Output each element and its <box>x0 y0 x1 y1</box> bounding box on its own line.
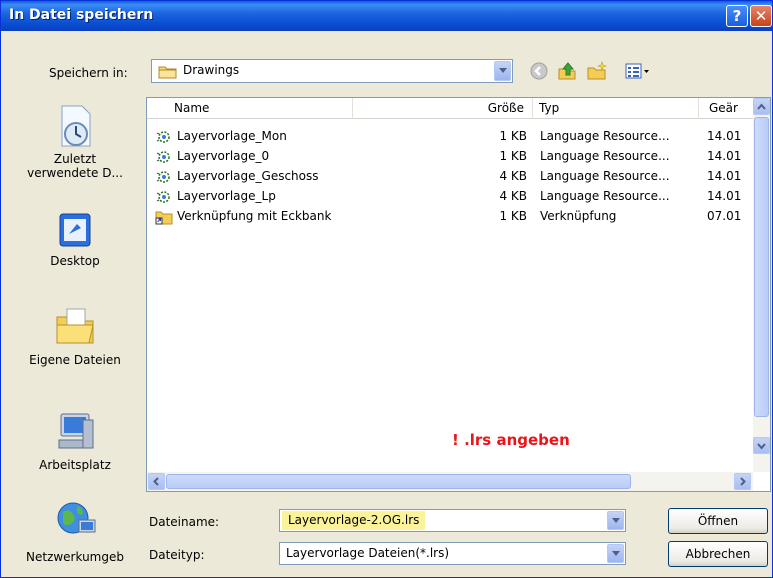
my-documents-icon <box>56 308 94 344</box>
my-computer-icon <box>58 413 94 449</box>
network-icon <box>57 502 96 534</box>
file-type: Language Resource... <box>540 189 670 203</box>
dialog-title: In Datei speichern <box>9 7 154 23</box>
filename-input[interactable]: Layervorlage-2.OG.lrs <box>279 509 626 532</box>
column-changed[interactable]: Geär <box>699 98 754 119</box>
horizontal-scrollbar[interactable] <box>147 472 753 491</box>
place-recent-label: Zuletzt verwendete D... <box>27 152 123 180</box>
save-dialog: In Datei speichern ? ✕ Speichern in: Dra… <box>0 0 773 578</box>
open-button[interactable]: Öffnen <box>668 508 768 534</box>
file-date: 14.01 <box>707 169 742 183</box>
place-desktop-label: Desktop <box>50 254 100 268</box>
file-name: Layervorlage_0 <box>177 149 270 163</box>
lrs-file-icon <box>156 191 170 203</box>
vertical-scrollbar[interactable] <box>753 98 770 472</box>
lrs-file-icon <box>156 151 170 163</box>
back-icon[interactable] <box>529 61 549 81</box>
shortcut-folder-icon <box>155 211 173 225</box>
chevron-down-icon[interactable] <box>494 61 511 81</box>
close-button[interactable]: ✕ <box>750 5 772 27</box>
column-name[interactable]: Name <box>147 98 353 119</box>
file-name: Layervorlage_Lp <box>177 189 276 203</box>
place-my-computer-label: Arbeitsplatz <box>39 458 111 472</box>
file-date: 14.01 <box>707 149 742 163</box>
filetype-label: Dateityp: <box>149 548 205 562</box>
filetype-dropdown[interactable]: Layervorlage Dateien(*.lrs) <box>279 542 626 565</box>
place-desktop[interactable]: Desktop <box>15 210 135 268</box>
chevron-left-icon <box>153 477 159 486</box>
scroll-up-button[interactable] <box>753 98 770 115</box>
file-name: Verknüpfung mit Eckbank <box>177 209 332 223</box>
chevron-up-icon <box>757 103 766 110</box>
file-date: 07.01 <box>707 209 742 223</box>
place-my-documents-label: Eigene Dateien <box>29 353 121 367</box>
file-size: 1 KB <box>499 149 527 163</box>
save-in-label: Speichern in: <box>49 66 128 80</box>
file-row[interactable]: Layervorlage_Mon 1 KB Language Resource...… <box>147 127 754 147</box>
file-size: 1 KB <box>499 129 527 143</box>
title-bar[interactable]: In Datei speichern ? ✕ <box>1 1 772 31</box>
file-name: Layervorlage_Geschoss <box>177 169 319 183</box>
lrs-file-icon <box>156 171 170 183</box>
file-type: Verknüpfung <box>540 209 617 223</box>
places-bar: Zuletzt verwendete D... Desktop Eigene D… <box>15 90 135 574</box>
save-in-dropdown[interactable]: Drawings <box>151 59 513 83</box>
file-row[interactable]: Layervorlage_Geschoss 4 KB Language Resour… <box>147 167 754 187</box>
file-size: 1 KB <box>499 209 527 223</box>
recent-documents-icon <box>61 105 91 147</box>
file-row[interactable]: Layervorlage_0 1 KB Language Resource... 14… <box>147 147 754 167</box>
place-my-documents[interactable]: Eigene Dateien <box>15 305 135 367</box>
save-in-value: Drawings <box>183 63 240 77</box>
file-row[interactable]: Verknüpfung mit Eckbank 1 KB Verknüpfung 07… <box>147 207 754 227</box>
file-name: Layervorlage_Mon <box>177 129 287 143</box>
filetype-value: Layervorlage Dateien(*.lrs) <box>286 546 450 560</box>
filename-value[interactable]: Layervorlage-2.OG.lrs <box>282 511 426 530</box>
file-size: 4 KB <box>499 169 527 183</box>
file-size: 4 KB <box>499 189 527 203</box>
column-type[interactable]: Typ <box>533 98 699 119</box>
chevron-right-icon <box>740 477 746 486</box>
view-menu-icon[interactable] <box>625 61 651 81</box>
scroll-left-button[interactable] <box>148 473 165 490</box>
scroll-right-button[interactable] <box>734 473 751 490</box>
desktop-icon <box>59 213 91 247</box>
scroll-down-button[interactable] <box>753 437 770 454</box>
file-date: 14.01 <box>707 129 742 143</box>
scroll-thumb-horizontal[interactable] <box>166 474 631 489</box>
new-folder-icon[interactable] <box>587 61 607 81</box>
place-recent[interactable]: Zuletzt verwendete D... <box>15 104 135 180</box>
column-headers: Name Größe Typ Geär <box>147 98 754 119</box>
file-type: Language Resource... <box>540 169 670 183</box>
place-network-label: Netzwerkumgeb <box>26 550 124 564</box>
file-date: 14.01 <box>707 189 742 203</box>
chevron-down-icon[interactable] <box>607 544 624 563</box>
red-annotation: ! .lrs angeben <box>452 431 570 449</box>
place-my-computer[interactable]: Arbeitsplatz <box>15 410 135 472</box>
help-button[interactable]: ? <box>726 5 748 27</box>
scroll-thumb-vertical[interactable] <box>754 117 769 417</box>
folder-icon <box>158 66 177 79</box>
cancel-button[interactable]: Abbrechen <box>668 541 768 567</box>
folder-up-icon[interactable] <box>557 61 577 81</box>
place-network[interactable]: Netzwerkumgeb <box>15 498 135 564</box>
chevron-down-icon[interactable] <box>607 511 624 530</box>
lrs-file-icon <box>156 131 170 143</box>
file-type: Language Resource... <box>540 149 670 163</box>
file-row[interactable]: Layervorlage_Lp 4 KB Language Resource... 1… <box>147 187 754 207</box>
chevron-down-icon <box>757 443 766 450</box>
filename-label: Dateiname: <box>149 515 220 529</box>
column-size[interactable]: Größe <box>353 98 533 119</box>
file-type: Language Resource... <box>540 129 670 143</box>
